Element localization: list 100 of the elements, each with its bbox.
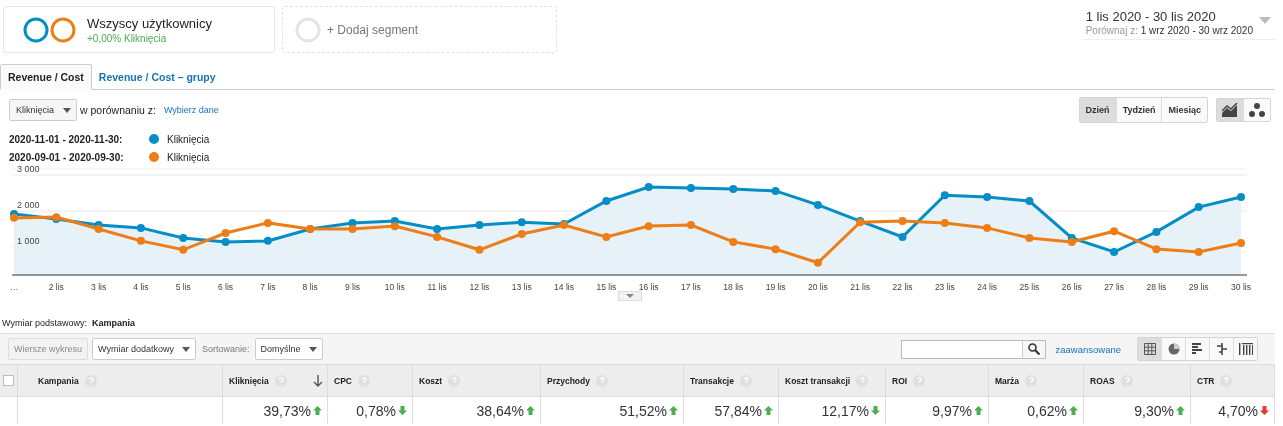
pivot-columns-icon bbox=[1238, 343, 1253, 355]
legend-metric: Kliknięcia bbox=[167, 133, 210, 145]
column-header[interactable]: Koszt bbox=[412, 365, 540, 396]
period-button[interactable]: Tydzień bbox=[1115, 98, 1162, 122]
help-icon bbox=[84, 374, 97, 387]
x-axis-label: 4 lis bbox=[133, 282, 149, 292]
x-axis-label: 8 lis bbox=[302, 282, 318, 292]
x-axis-label: 2 lis bbox=[48, 282, 64, 292]
x-axis-label: 12 lis bbox=[469, 282, 490, 292]
metric-dropdown[interactable]: Kliknięcia bbox=[9, 99, 78, 121]
bar-view-button[interactable] bbox=[1185, 338, 1209, 360]
column-header[interactable]: Przychody bbox=[540, 365, 683, 396]
pivot-view-button[interactable] bbox=[1233, 338, 1257, 360]
table-view-button[interactable] bbox=[1138, 338, 1161, 360]
help-icon bbox=[739, 374, 752, 387]
column-header[interactable]: Koszt transakcji bbox=[778, 365, 885, 396]
search-icon bbox=[1027, 343, 1040, 355]
pie-view-button[interactable] bbox=[1161, 338, 1185, 360]
help-icon bbox=[1220, 374, 1233, 387]
date-range-picker[interactable]: 1 lis 2020 - 30 lis 2020 Porównaj z: 1 wrz 2020 - 30 wrz 2020 bbox=[1083, 5, 1275, 40]
table-cell: 4,70% bbox=[1190, 397, 1275, 424]
column-header[interactable]: CTR bbox=[1190, 365, 1275, 396]
empty-circle-icon bbox=[295, 16, 321, 43]
table-cell: 51,52% bbox=[540, 397, 683, 424]
sort-dropdown[interactable]: Domyślne bbox=[254, 338, 323, 360]
pie-chart-icon bbox=[1167, 343, 1180, 355]
date-range: 1 lis 2020 - 30 lis 2020 bbox=[1085, 9, 1217, 24]
period-button[interactable]: Dzień bbox=[1079, 98, 1116, 122]
x-axis-label: 27 lis bbox=[1104, 282, 1124, 292]
segment-subtitle: +0,00% Kliknięcia bbox=[87, 32, 168, 44]
x-axis-label: 6 lis bbox=[218, 282, 234, 292]
x-axis-label: 13 lis bbox=[511, 282, 532, 292]
x-axis-label: 5 lis bbox=[175, 282, 191, 292]
help-icon bbox=[856, 374, 869, 387]
column-header[interactable]: Marża bbox=[988, 365, 1083, 396]
dimension-label: Wymiar podstawowy: bbox=[2, 318, 87, 328]
help-icon bbox=[357, 374, 370, 387]
x-axis-label: 28 lis bbox=[1146, 282, 1167, 292]
segment-circles-icon bbox=[23, 15, 77, 44]
table-cell: 9,30% bbox=[1083, 397, 1190, 424]
x-axis-label: 26 lis bbox=[1061, 282, 1082, 292]
column-header[interactable]: ROI bbox=[885, 365, 988, 396]
caret-icon bbox=[63, 107, 72, 113]
select-all-checkbox[interactable] bbox=[3, 375, 14, 386]
column-header[interactable]: ROAS bbox=[1083, 365, 1190, 396]
x-axis-label: 11 lis bbox=[427, 282, 447, 292]
comparison-view-button[interactable] bbox=[1209, 338, 1233, 360]
x-axis-label: 29 lis bbox=[1188, 282, 1209, 292]
column-header[interactable]: CPC bbox=[327, 365, 412, 396]
chart-type-button-group[interactable] bbox=[1216, 98, 1271, 122]
x-axis-label: 7 lis bbox=[260, 282, 276, 292]
caret-icon bbox=[626, 294, 634, 298]
column-header[interactable]: Transakcje bbox=[683, 365, 778, 396]
table-cell: 57,84% bbox=[683, 397, 778, 424]
add-segment-button[interactable]: + Dodaj segment bbox=[282, 6, 557, 53]
x-axis-label: 24 lis bbox=[977, 282, 998, 292]
y-axis-label: 3 000 bbox=[17, 166, 40, 175]
compare-label: w porównaniu z: bbox=[80, 104, 156, 116]
table-cell: 39,73% bbox=[222, 397, 327, 424]
table-cell: 0,78% bbox=[327, 397, 412, 424]
x-axis-label: 18 lis bbox=[723, 282, 744, 292]
scatter-dots-icon bbox=[1249, 103, 1265, 117]
period-button[interactable]: Miesiąc bbox=[1161, 98, 1207, 122]
dimension-value[interactable]: Kampania bbox=[91, 318, 135, 328]
help-icon bbox=[274, 374, 287, 387]
x-axis-label: 3 lis bbox=[91, 282, 107, 292]
scatter-chart-button[interactable] bbox=[1243, 99, 1270, 121]
sort-label: Sortowanie: bbox=[201, 344, 250, 354]
x-axis-label: 10 lis bbox=[384, 282, 405, 292]
period-button-group[interactable]: Dzień Tydzień Miesiąc bbox=[1078, 97, 1208, 123]
x-axis-label: 9 lis bbox=[344, 282, 361, 292]
legend-period: 2020-11-01 - 2020-11-30: bbox=[9, 133, 124, 145]
column-header[interactable]: Kliknięcia bbox=[222, 365, 327, 396]
x-axis-label: 23 lis bbox=[934, 282, 955, 292]
table-cell: 0,62% bbox=[988, 397, 1083, 424]
comparison-icon bbox=[1215, 343, 1228, 355]
table-cell: 38,64% bbox=[412, 397, 540, 424]
grid-icon bbox=[1143, 343, 1156, 355]
x-axis-label: 14 lis bbox=[554, 282, 574, 292]
help-icon bbox=[913, 374, 926, 387]
advanced-link[interactable]: zaawansowane bbox=[1055, 343, 1121, 355]
caret-icon bbox=[181, 346, 190, 352]
x-axis-label: 17 lis bbox=[681, 282, 701, 292]
report-tab[interactable]: Revenue / Cost – grupy bbox=[91, 65, 223, 89]
y-axis-label: 1 000 bbox=[17, 235, 40, 246]
x-axis-label: 22 lis bbox=[892, 282, 913, 292]
x-axis-label: 25 lis bbox=[1019, 282, 1040, 292]
x-axis-label: … bbox=[10, 282, 19, 292]
search-field[interactable] bbox=[900, 339, 1046, 359]
segment-card[interactable]: Wszyscy użytkownicy +0,00% Kliknięcia bbox=[3, 6, 275, 53]
help-icon bbox=[596, 374, 608, 387]
search-button[interactable] bbox=[1021, 340, 1045, 358]
line-chart-button[interactable] bbox=[1217, 99, 1243, 121]
secondary-dimension-dropdown[interactable]: Wymiar dodatkowy bbox=[92, 338, 196, 360]
legend-metric: Kliknięcia bbox=[167, 151, 210, 163]
view-button-group[interactable] bbox=[1137, 337, 1258, 361]
report-tab[interactable]: Revenue / Cost bbox=[0, 64, 92, 90]
collapse-handle[interactable] bbox=[618, 291, 642, 301]
select-data-link[interactable]: Wybierz dane bbox=[163, 105, 219, 115]
column-header[interactable]: Kampania bbox=[17, 365, 222, 396]
